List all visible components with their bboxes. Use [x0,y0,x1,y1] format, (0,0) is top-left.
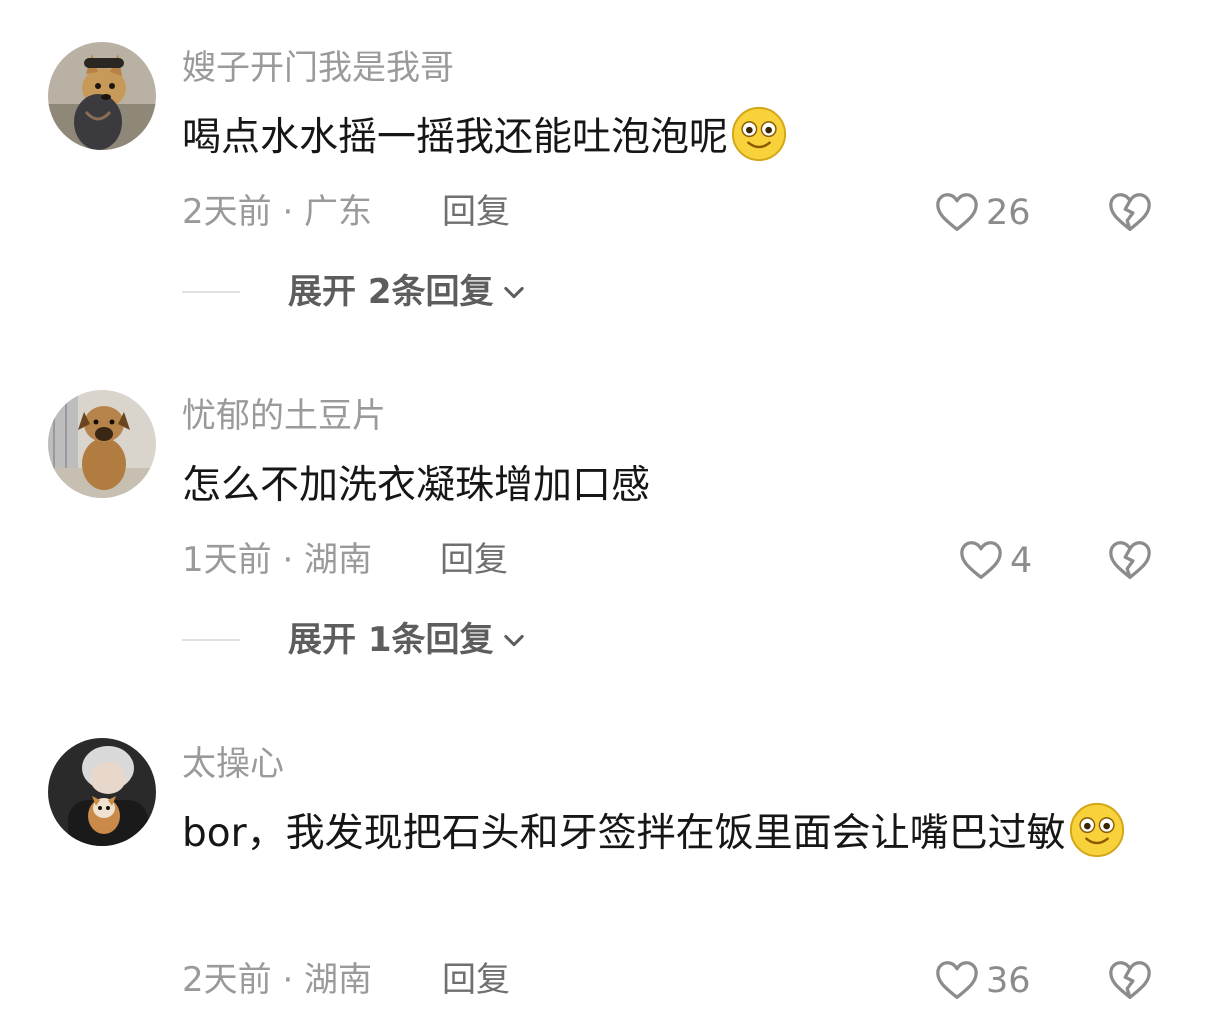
username[interactable]: 嫂子开门我是我哥 [182,48,454,88]
broken-heart-icon [1106,958,1154,1004]
comment-meta: 2天前 · 湖南 [182,960,373,1000]
like-button[interactable]: 26 [934,190,1031,236]
smile-emoji-icon [1068,800,1126,858]
expand-replies-label: 展开 2条回复 [288,272,494,312]
divider-line [182,291,240,293]
expand-replies-button[interactable]: 展开 1条回复 [182,620,528,660]
like-count: 4 [1010,541,1033,581]
username[interactable]: 忧郁的土豆片 [182,396,386,436]
comment-text: 喝点水水摇一摇我还能吐泡泡呢 [182,102,1152,174]
comment-text: 怎么不加洗衣凝珠增加口感 [182,450,1152,522]
reply-button[interactable]: 回复 [442,960,510,1000]
dislike-button[interactable] [1106,538,1154,588]
chevron-down-icon [500,278,528,306]
comment-text-body: 喝点水水摇一摇我还能吐泡泡呢 [182,115,729,160]
like-button[interactable]: 4 [958,538,1032,584]
heart-outline-icon [934,190,980,236]
heart-outline-icon [958,538,1004,584]
broken-heart-icon [1106,190,1154,236]
comment-meta: 1天前 · 湖南 [182,540,373,580]
avatar[interactable] [48,738,156,846]
divider-line [182,639,240,641]
heart-outline-icon [934,958,980,1004]
username[interactable]: 太操心 [182,744,284,784]
dislike-button[interactable] [1106,190,1154,240]
broken-heart-icon [1106,538,1154,584]
reply-button[interactable]: 回复 [442,192,510,232]
comment-meta: 2天前 · 广东 [182,192,373,232]
like-count: 26 [986,193,1031,233]
avatar[interactable] [48,42,156,150]
expand-replies-label: 展开 1条回复 [288,620,494,660]
avatar[interactable] [48,390,156,498]
expand-replies-button[interactable]: 展开 2条回复 [182,272,528,312]
like-count: 36 [986,961,1031,1001]
comment-text-body: bor，我发现把石头和牙签拌在饭里面会让嘴巴过敏 [182,811,1066,856]
comment-text: bor，我发现把石头和牙签拌在饭里面会让嘴巴过敏 [182,798,1142,870]
like-button[interactable]: 36 [934,958,1031,1004]
comment-text-body: 怎么不加洗衣凝珠增加口感 [182,463,651,508]
dislike-button[interactable] [1106,958,1154,1008]
chevron-down-icon [500,626,528,654]
reply-button[interactable]: 回复 [440,540,508,580]
smile-emoji-icon [730,104,788,162]
